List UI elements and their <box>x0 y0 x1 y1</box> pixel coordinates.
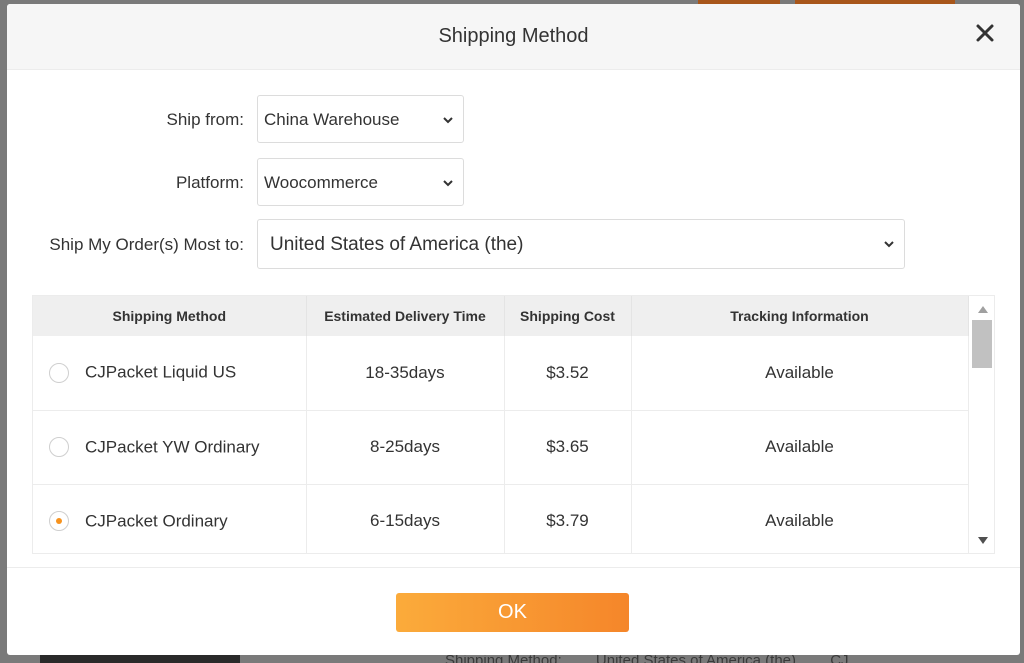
table-row[interactable]: CJPacket YW Ordinary 8-25days $3.65 Avai… <box>33 410 969 485</box>
chevron-down-icon <box>441 113 455 127</box>
close-button[interactable] <box>972 20 998 46</box>
method-radio-selected[interactable] <box>49 511 69 532</box>
header-shipping-method: Shipping Method <box>33 296 307 336</box>
method-cell: CJPacket Liquid US <box>33 336 307 411</box>
delivery-time-cell: 6-15days <box>306 484 505 553</box>
table-row[interactable]: CJPacket Liquid US 18-35days $3.52 Avail… <box>33 336 969 411</box>
chevron-down-icon <box>882 237 896 251</box>
method-radio[interactable] <box>49 363 69 383</box>
cost-cell: $3.79 <box>504 484 632 553</box>
ship-to-value: United States of America (the) <box>270 234 524 255</box>
shipping-method-dialog: Shipping Method Ship from: China Warehou… <box>7 4 1020 655</box>
cost-cell: $3.52 <box>504 336 632 411</box>
ship-from-label: Ship from: <box>166 110 244 129</box>
method-label: CJPacket Liquid US <box>85 363 237 382</box>
method-label: CJPacket Ordinary <box>85 511 228 531</box>
background-image <box>40 655 240 663</box>
ship-to-select[interactable]: United States of America (the) <box>257 219 905 269</box>
header-shipping-cost: Shipping Cost <box>504 296 632 336</box>
ship-to-label: Ship My Order(s) Most to: <box>49 235 244 254</box>
tracking-cell: Available <box>631 410 969 485</box>
tracking-cell: Available <box>631 484 969 553</box>
delivery-time-cell: 18-35days <box>306 336 505 411</box>
triangle-down-icon <box>978 537 988 544</box>
triangle-up-icon <box>978 306 988 313</box>
method-radio[interactable] <box>49 437 69 458</box>
ok-button[interactable]: OK <box>396 593 629 632</box>
scroll-down-button[interactable] <box>977 536 989 546</box>
platform-label: Platform: <box>175 173 244 192</box>
ship-from-value: China Warehouse <box>264 110 400 129</box>
table-scrollbar[interactable] <box>970 296 994 553</box>
scroll-up-button[interactable] <box>977 304 989 314</box>
header-delivery-time: Estimated Delivery Time <box>306 296 505 336</box>
tracking-cell: Available <box>631 336 969 411</box>
method-label: CJPacket YW Ordinary <box>85 437 260 457</box>
shipping-methods-table: Shipping Method Estimated Delivery Time … <box>32 295 995 554</box>
dialog-title: Shipping Method <box>438 25 589 47</box>
chevron-down-icon <box>441 176 455 190</box>
method-cell: CJPacket Ordinary <box>33 484 307 553</box>
header-tracking: Tracking Information <box>631 296 969 336</box>
close-icon <box>976 24 994 42</box>
dialog-header: Shipping Method <box>7 4 1020 70</box>
table-header-row: Shipping Method Estimated Delivery Time … <box>33 296 969 336</box>
footer-divider <box>7 567 1020 568</box>
ship-from-select[interactable]: China Warehouse <box>257 95 464 143</box>
platform-select[interactable]: Woocommerce <box>257 158 464 206</box>
cost-cell: $3.65 <box>504 410 632 485</box>
method-cell: CJPacket YW Ordinary <box>33 410 307 485</box>
delivery-time-cell: 8-25days <box>306 410 505 485</box>
platform-value: Woocommerce <box>264 173 378 192</box>
table-row[interactable]: CJPacket Ordinary 6-15days $3.79 Availab… <box>33 484 969 553</box>
scroll-thumb[interactable] <box>972 320 992 368</box>
